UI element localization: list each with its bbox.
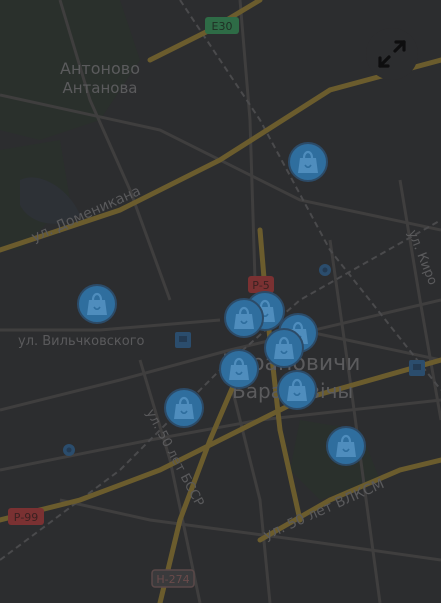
store-marker-icon[interactable]: [263, 327, 305, 369]
road-badge-p99: Р-99: [8, 508, 44, 525]
stop-point-icon[interactable]: [319, 264, 331, 276]
road-badge-e30: E30: [205, 17, 239, 34]
expand-arrows-icon: [378, 40, 406, 68]
store-marker-icon[interactable]: [218, 348, 260, 390]
svg-text:Р-5: Р-5: [252, 279, 270, 292]
road-badge-p5: Р-5: [248, 276, 274, 293]
train-station-icon[interactable]: [175, 332, 191, 348]
expand-map-button[interactable]: [364, 26, 420, 82]
store-marker-icon[interactable]: [163, 387, 205, 429]
train-station-icon[interactable]: [409, 360, 425, 376]
label-antonovo-by: Антанова: [62, 79, 137, 97]
map-canvas[interactable]: Антоново Антанова ул. Доменикана ул. Вил…: [0, 0, 441, 603]
svg-text:Р-99: Р-99: [14, 511, 39, 524]
stop-point-icon[interactable]: [63, 444, 75, 456]
label-antonovo-ru: Антоново: [60, 59, 140, 78]
store-marker-icon[interactable]: [325, 425, 367, 467]
svg-text:Н-274: Н-274: [156, 573, 189, 586]
label-street-vilchkovskogo: ул. Вильчковского: [18, 334, 145, 349]
store-marker-icon[interactable]: [223, 297, 265, 339]
svg-text:E30: E30: [212, 20, 233, 33]
store-marker-icon[interactable]: [287, 141, 329, 183]
store-marker-icon[interactable]: [76, 283, 118, 325]
store-marker-icon[interactable]: [276, 369, 318, 411]
road-badge-h274: Н-274: [151, 569, 195, 588]
